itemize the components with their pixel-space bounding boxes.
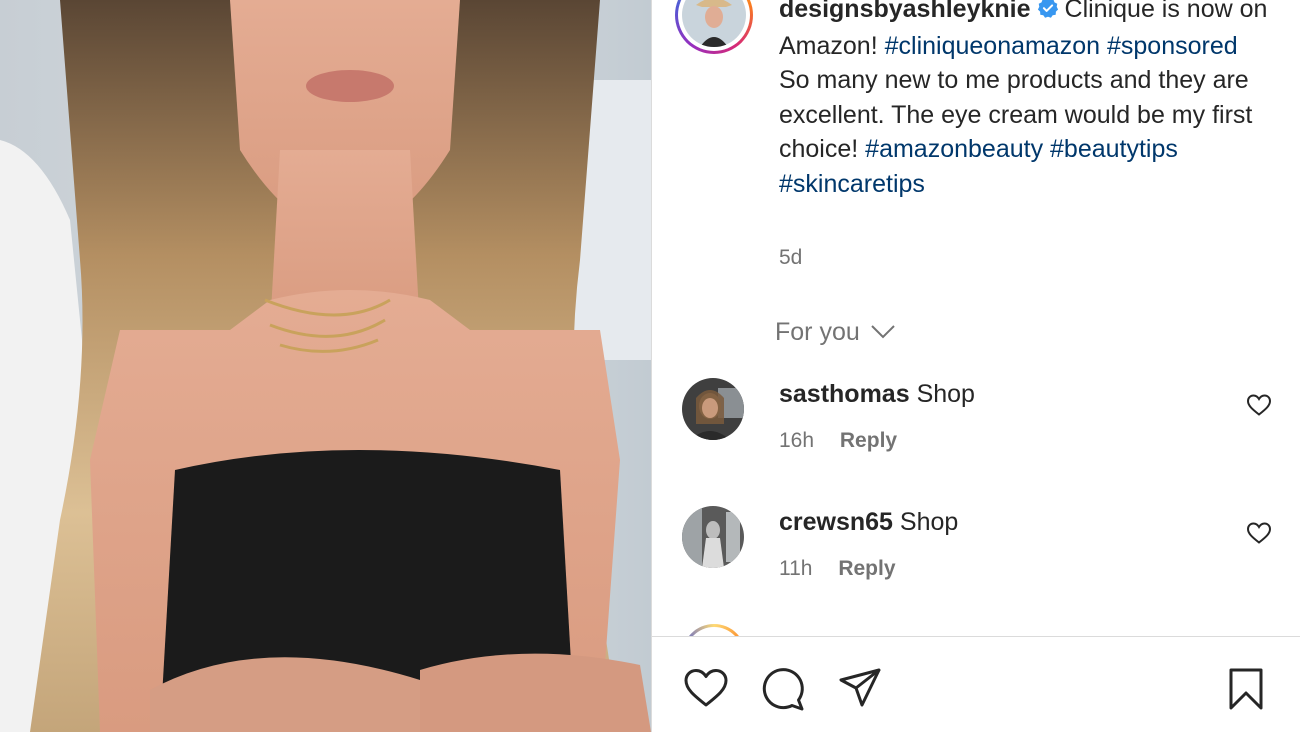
post-details-panel: designsbyashleyknie Clinique is now on Am…: [652, 0, 1300, 732]
comment-item: crewsn65 Shop 11h Reply: [652, 506, 1300, 606]
comment-button[interactable]: [760, 667, 806, 716]
share-button[interactable]: [838, 667, 882, 714]
post-time[interactable]: 5d: [779, 246, 802, 270]
comment-time[interactable]: 11h: [779, 557, 812, 580]
heart-icon: [684, 669, 728, 707]
chevron-down-icon: [870, 318, 896, 347]
comment-like-button[interactable]: [1246, 393, 1272, 422]
verified-icon: [1037, 0, 1059, 29]
heart-icon: [1246, 522, 1272, 544]
post-actions-bar: [652, 637, 1300, 732]
author-avatar-ring[interactable]: [675, 0, 753, 54]
comment-username[interactable]: sasthomas: [779, 380, 910, 408]
reply-button[interactable]: Reply: [838, 557, 895, 580]
bookmark-icon: [1229, 668, 1263, 710]
like-button[interactable]: [683, 667, 729, 714]
share-icon: [839, 668, 881, 707]
author-username[interactable]: designsbyashleyknie: [779, 0, 1031, 23]
comment-like-button[interactable]: [1246, 521, 1272, 550]
save-button[interactable]: [1226, 667, 1266, 716]
comment-time[interactable]: 16h: [779, 429, 814, 452]
comment-username[interactable]: crewsn65: [779, 508, 893, 536]
post-media[interactable]: [0, 0, 651, 732]
post-caption: designsbyashleyknie Clinique is now on Am…: [779, 0, 1269, 202]
comments-filter-label: For you: [775, 318, 860, 346]
comment-icon: [762, 668, 804, 711]
comment-avatar[interactable]: [682, 378, 744, 440]
comment-meta: 11h Reply: [779, 557, 896, 581]
comments-filter[interactable]: For you: [775, 318, 896, 347]
reply-button[interactable]: Reply: [840, 429, 897, 452]
comment-meta: 16h Reply: [779, 429, 897, 453]
comment-item: sasthomas Shop 16h Reply: [652, 378, 1300, 478]
caption-hashtags-1[interactable]: #cliniqueonamazon #sponsored: [885, 32, 1238, 60]
comment-text-line: crewsn65 Shop: [779, 508, 958, 537]
comment-body: Shop: [916, 380, 975, 408]
comment-avatar[interactable]: [682, 506, 744, 568]
comment-text-line: sasthomas Shop: [779, 380, 975, 409]
comment-body: Shop: [899, 508, 959, 536]
heart-icon: [1246, 394, 1272, 416]
post-media-image: [0, 0, 651, 732]
